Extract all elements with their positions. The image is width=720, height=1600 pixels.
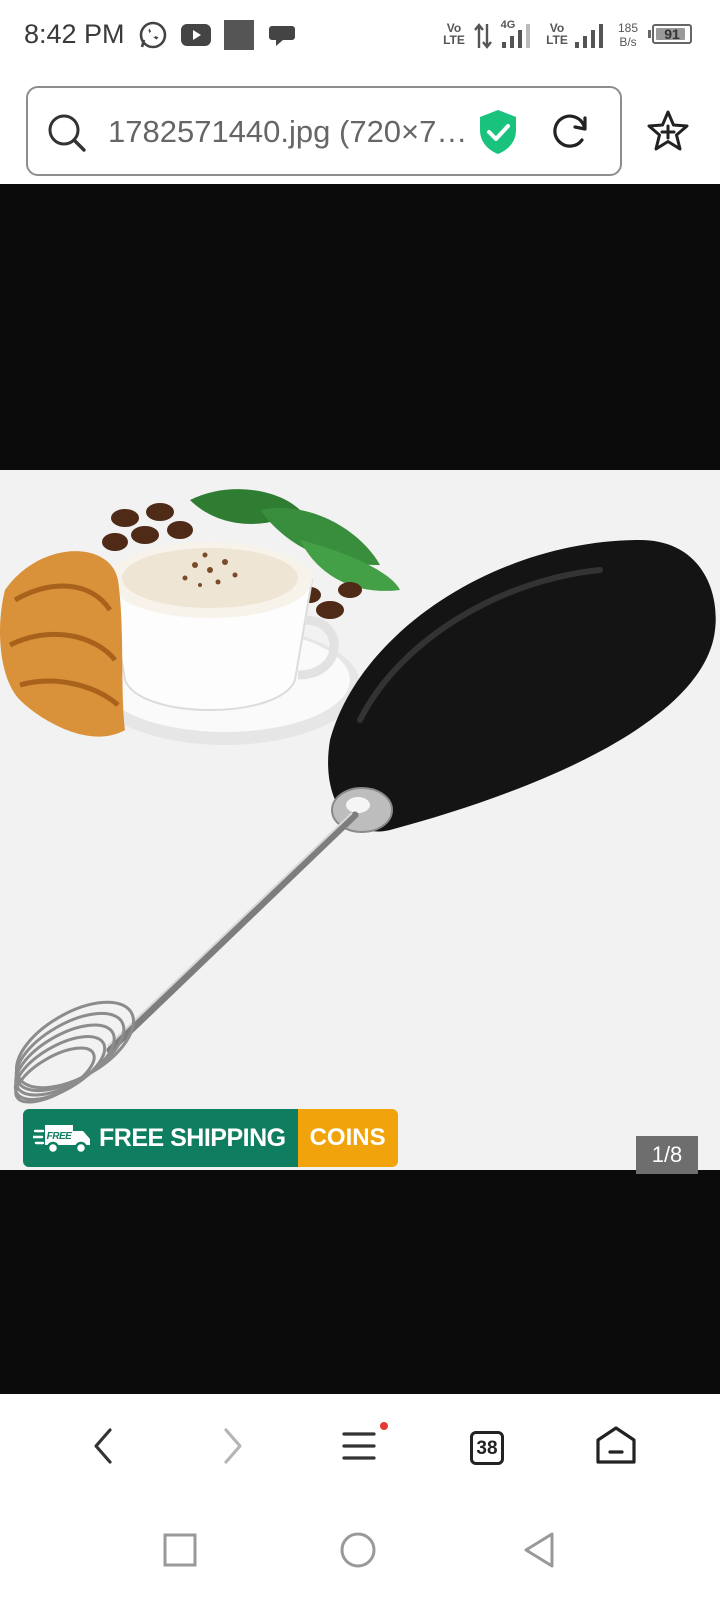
delivery-truck-icon: FREE xyxy=(33,1125,90,1155)
signal-strength-icon-1 xyxy=(502,24,530,48)
coins-label: COINS xyxy=(309,1124,386,1151)
gallery-icon xyxy=(224,20,254,50)
reload-icon[interactable] xyxy=(548,110,592,154)
free-shipping-label: FREE SHIPPING xyxy=(99,1123,286,1152)
menu-notification-dot xyxy=(380,1422,388,1430)
tabs-count-button[interactable]: 38 xyxy=(470,1431,504,1465)
back-icon[interactable] xyxy=(74,1416,134,1476)
net-speed-value: 185 xyxy=(617,21,639,35)
chat-icon xyxy=(269,26,295,46)
home-icon[interactable] xyxy=(586,1416,646,1476)
truck-free-label: FREE xyxy=(47,1131,73,1142)
address-bar[interactable]: 1782571440.jpg (720×7… xyxy=(26,86,622,176)
status-time: 8:42 PM xyxy=(24,19,125,49)
forward-icon[interactable] xyxy=(202,1416,262,1476)
recents-icon[interactable] xyxy=(160,1530,200,1570)
product-photo[interactable] xyxy=(0,470,720,1170)
free-shipping-badge: FREE FREE SHIPPING COINS xyxy=(23,1109,398,1167)
battery-nub xyxy=(648,30,651,38)
secure-shield-icon[interactable] xyxy=(476,108,520,156)
data-arrows-icon xyxy=(474,23,492,49)
milk-frother-illustration xyxy=(0,470,720,1170)
battery-percent: 91 xyxy=(664,26,680,42)
whatsapp-icon xyxy=(139,21,167,49)
image-viewer[interactable] xyxy=(0,184,720,1394)
image-page-counter: 1/8 xyxy=(636,1136,698,1174)
net-speed-unit: B/s xyxy=(619,35,637,49)
back-triangle-icon[interactable] xyxy=(520,1530,560,1570)
volte-label-1: Vo LTE xyxy=(443,21,465,47)
free-shipping-section: FREE FREE SHIPPING xyxy=(23,1109,298,1167)
bookmark-add-icon[interactable] xyxy=(644,108,692,156)
home-circle-icon[interactable] xyxy=(338,1530,378,1570)
coins-section: COINS xyxy=(297,1109,398,1167)
browser-toolbar xyxy=(0,1394,720,1498)
url-text[interactable]: 1782571440.jpg (720×7… xyxy=(108,114,488,150)
battery-icon: 91 xyxy=(652,24,692,44)
menu-icon[interactable] xyxy=(330,1416,390,1476)
signal-strength-icon-2 xyxy=(575,24,603,48)
youtube-icon xyxy=(181,24,211,46)
search-icon[interactable] xyxy=(46,112,88,154)
status-bar: 8:42 PM Vo LTE 4G Vo LTE 185 B/s 91 xyxy=(0,0,720,74)
volte-label-2: Vo LTE xyxy=(546,21,568,47)
